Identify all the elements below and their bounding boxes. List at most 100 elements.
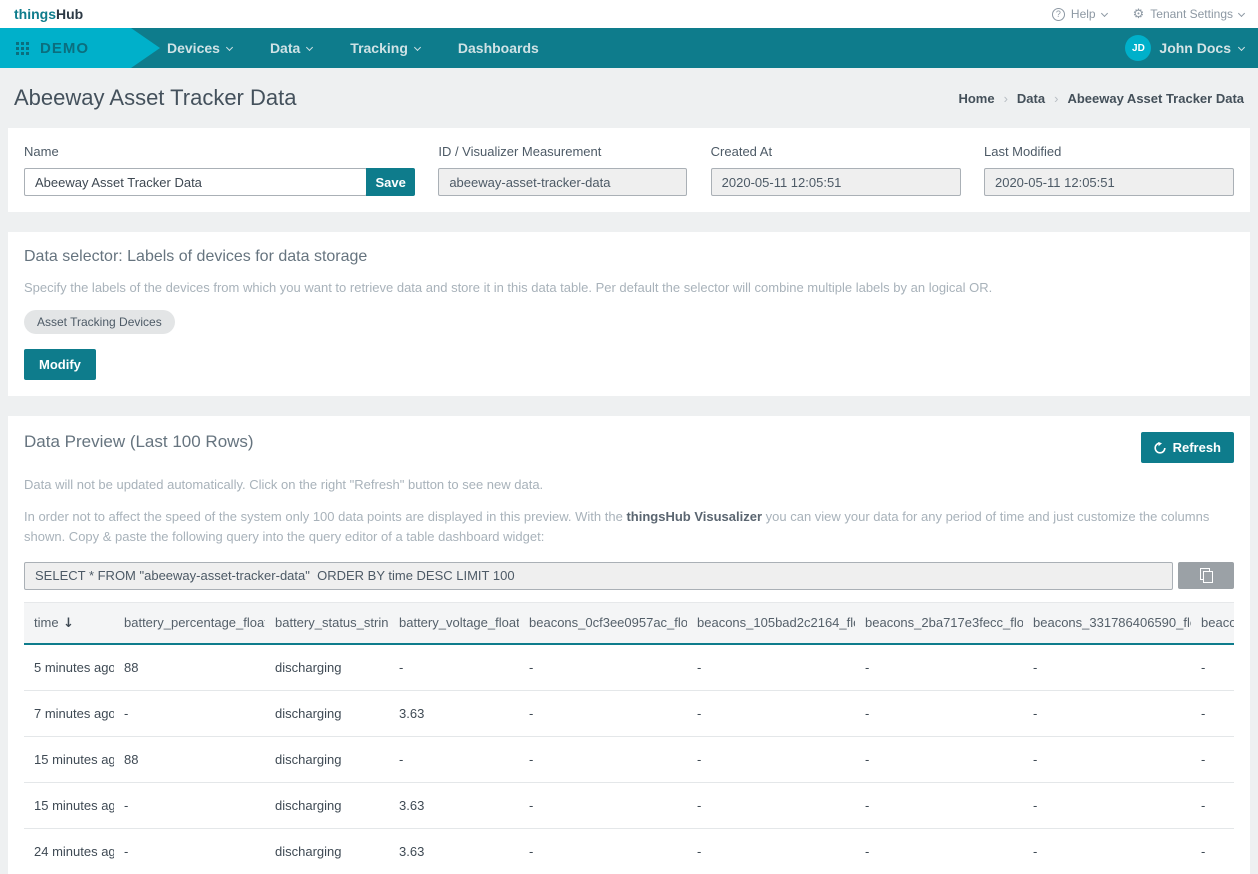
logo-hub: Hub — [56, 6, 83, 22]
tenant-settings-menu[interactable]: ⚙ Tenant Settings — [1133, 7, 1244, 21]
table-cell: - — [687, 736, 855, 782]
table-cell: - — [1191, 782, 1234, 828]
data-preview-table: time ↓battery_percentage_float64battery_… — [24, 602, 1234, 874]
gear-icon: ⚙ — [1133, 8, 1145, 21]
query-input[interactable] — [24, 562, 1173, 590]
table-cell: - — [1191, 736, 1234, 782]
table-row: 15 minutes ago88discharging------ — [24, 736, 1234, 782]
table-cell: 24 minutes ago — [24, 828, 114, 874]
apps-grid-icon — [16, 42, 29, 55]
breadcrumb-separator: › — [1004, 91, 1008, 106]
table-cell: - — [389, 736, 519, 782]
table-cell: - — [1023, 828, 1191, 874]
tenant-settings-label: Tenant Settings — [1150, 7, 1233, 21]
tenant-name: DEMO — [40, 40, 89, 57]
nav-label: Dashboards — [458, 40, 539, 56]
column-header-beacons_331786406590_float64[interactable]: beacons_331786406590_float64 — [1023, 602, 1191, 644]
breadcrumb-home[interactable]: Home — [958, 91, 994, 106]
chevron-down-icon — [1238, 43, 1245, 50]
help-menu[interactable]: ? Help — [1052, 7, 1107, 21]
table-cell: - — [519, 644, 687, 691]
table-cell: - — [687, 828, 855, 874]
table-cell: - — [519, 828, 687, 874]
column-header-beacons_0cf3ee0957ac_float64[interactable]: beacons_0cf3ee0957ac_float64 — [519, 602, 687, 644]
last-modified-label: Last Modified — [984, 144, 1234, 159]
logo-things: things — [14, 6, 56, 22]
user-menu[interactable]: JD John Docs — [1125, 28, 1244, 68]
column-header-battery_status_string[interactable]: battery_status_string — [265, 602, 389, 644]
nav-item-data[interactable]: Data — [270, 40, 312, 56]
table-cell: - — [687, 782, 855, 828]
table-cell: - — [114, 828, 265, 874]
table-cell: discharging — [265, 644, 389, 691]
save-button[interactable]: Save — [366, 168, 415, 196]
nav-item-dashboards[interactable]: Dashboards — [458, 40, 539, 56]
table-cell: discharging — [265, 736, 389, 782]
table-cell: - — [855, 690, 1023, 736]
table-cell: 7 minutes ago — [24, 690, 114, 736]
nav-item-devices[interactable]: Devices — [167, 40, 232, 56]
table-cell: - — [855, 828, 1023, 874]
nav-label: Data — [270, 40, 300, 56]
table-cell: 3.63 — [389, 782, 519, 828]
table-cell: - — [114, 782, 265, 828]
column-header-beacon[interactable]: beacon — [1191, 602, 1234, 644]
table-cell: - — [114, 690, 265, 736]
preview-description: In order not to affect the speed of the … — [24, 507, 1234, 547]
table-cell: - — [1023, 782, 1191, 828]
data-selector-card: Data selector: Labels of devices for dat… — [8, 232, 1250, 396]
created-at-label: Created At — [711, 144, 961, 159]
topbar: thingsHub ? Help ⚙ Tenant Settings — [0, 0, 1258, 28]
modify-button[interactable]: Modify — [24, 349, 96, 380]
table-row: 5 minutes ago88discharging------ — [24, 644, 1234, 691]
table-body: 5 minutes ago88discharging------7 minute… — [24, 644, 1234, 874]
refresh-button[interactable]: Refresh — [1141, 432, 1234, 463]
name-input[interactable] — [24, 168, 367, 196]
tenant-selector[interactable]: DEMO — [0, 28, 131, 68]
table-cell: - — [519, 690, 687, 736]
name-label: Name — [24, 144, 415, 159]
table-cell: - — [855, 736, 1023, 782]
column-header-time[interactable]: time ↓ — [24, 602, 114, 644]
table-cell: 15 minutes ago — [24, 736, 114, 782]
table-cell: - — [519, 782, 687, 828]
chevron-down-icon — [1101, 9, 1108, 16]
breadcrumb-separator: › — [1054, 91, 1058, 106]
help-label: Help — [1071, 7, 1096, 21]
data-preview-heading: Data Preview (Last 100 Rows) — [24, 432, 254, 452]
copy-icon — [1200, 568, 1213, 583]
column-header-battery_voltage_float64[interactable]: battery_voltage_float64 — [389, 602, 519, 644]
table-cell: 5 minutes ago — [24, 644, 114, 691]
visualizer-link[interactable]: thingsHub Visusalizer — [626, 509, 762, 524]
table-cell: discharging — [265, 690, 389, 736]
table-cell: - — [1023, 690, 1191, 736]
table-cell: - — [687, 690, 855, 736]
nav-label: Tracking — [350, 40, 408, 56]
preview-note: Data will not be updated automatically. … — [24, 475, 1234, 495]
user-name: John Docs — [1159, 40, 1231, 56]
help-icon: ? — [1052, 8, 1065, 21]
sort-desc-icon: ↓ — [59, 616, 74, 631]
label-chip: Asset Tracking Devices — [24, 310, 175, 334]
nav-item-tracking[interactable]: Tracking — [350, 40, 420, 56]
table-cell: 3.63 — [389, 828, 519, 874]
table-settings-card: Name Save ID / Visualizer Measurement Cr… — [8, 128, 1250, 212]
data-preview-card: Data Preview (Last 100 Rows) Refresh Dat… — [8, 416, 1250, 874]
table-cell: 88 — [114, 644, 265, 691]
breadcrumb: Home › Data › Abeeway Asset Tracker Data — [958, 91, 1244, 106]
chevron-down-icon — [414, 43, 421, 50]
last-modified-input — [984, 168, 1234, 196]
table-row: 7 minutes ago-discharging3.63----- — [24, 690, 1234, 736]
thingshub-logo[interactable]: thingsHub — [14, 6, 83, 22]
chevron-down-icon — [306, 43, 313, 50]
page-title: Abeeway Asset Tracker Data — [14, 85, 296, 111]
copy-query-button[interactable] — [1178, 562, 1234, 589]
refresh-label: Refresh — [1173, 440, 1221, 455]
column-header-battery_percentage_float64[interactable]: battery_percentage_float64 — [114, 602, 265, 644]
column-header-beacons_2ba717e3fecc_float64[interactable]: beacons_2ba717e3fecc_float64 — [855, 602, 1023, 644]
table-cell: 15 minutes ago — [24, 782, 114, 828]
breadcrumb-data[interactable]: Data — [1017, 91, 1045, 106]
table-cell: 88 — [114, 736, 265, 782]
table-cell: discharging — [265, 782, 389, 828]
column-header-beacons_105bad2c2164_float64[interactable]: beacons_105bad2c2164_float64 — [687, 602, 855, 644]
